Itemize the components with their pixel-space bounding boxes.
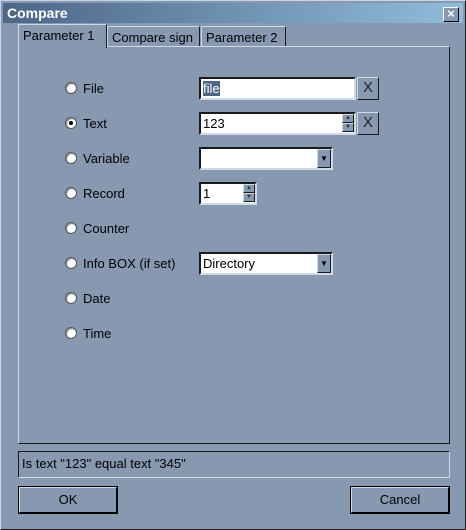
radio-icon bbox=[65, 152, 77, 164]
radio-label: Info BOX (if set) bbox=[83, 255, 176, 271]
radio-label: Text bbox=[83, 115, 107, 131]
radio-label: Counter bbox=[83, 220, 130, 236]
cancel-button[interactable]: Cancel bbox=[350, 486, 450, 514]
radio-time[interactable]: Time bbox=[65, 324, 111, 342]
infobox-select[interactable]: Directory ▼ bbox=[199, 252, 333, 275]
radio-icon bbox=[65, 327, 77, 339]
text-value: 123 bbox=[203, 116, 225, 131]
ok-button[interactable]: OK bbox=[18, 486, 118, 514]
radio-label: Time bbox=[83, 325, 112, 341]
record-spinner[interactable]: ▲ ▼ bbox=[243, 184, 255, 202]
text-spinner[interactable]: ▲ ▼ bbox=[342, 114, 354, 132]
title-bar: Compare × bbox=[3, 3, 463, 23]
radio-checked-icon bbox=[65, 117, 77, 129]
radio-label: File bbox=[83, 80, 104, 96]
radio-record[interactable]: Record bbox=[65, 184, 125, 202]
tab-compare-sign[interactable]: Compare sign bbox=[107, 26, 200, 47]
radio-icon bbox=[65, 292, 77, 304]
radio-icon bbox=[65, 257, 77, 269]
chevron-down-icon[interactable]: ▼ bbox=[317, 149, 331, 168]
spin-down-icon[interactable]: ▼ bbox=[243, 193, 255, 202]
spin-down-icon[interactable]: ▼ bbox=[342, 123, 354, 132]
chevron-down-icon[interactable]: ▼ bbox=[317, 254, 331, 273]
radio-variable[interactable]: Variable bbox=[65, 149, 130, 167]
radio-info-box[interactable]: Info BOX (if set) bbox=[65, 254, 175, 272]
radio-counter[interactable]: Counter bbox=[65, 219, 129, 237]
text-input[interactable]: 123 bbox=[199, 112, 356, 135]
clear-text-button[interactable]: X bbox=[357, 112, 379, 135]
infobox-value: Directory bbox=[203, 256, 256, 271]
tab-panel bbox=[18, 46, 450, 444]
radio-file[interactable]: File bbox=[65, 79, 104, 97]
tab-parameter-2[interactable]: Parameter 2 bbox=[201, 26, 286, 47]
close-button[interactable]: × bbox=[443, 7, 459, 22]
file-value: file bbox=[203, 81, 220, 96]
clear-file-button[interactable]: X bbox=[357, 77, 379, 100]
radio-label: Date bbox=[83, 290, 111, 306]
window-title: Compare bbox=[7, 5, 68, 21]
file-input[interactable]: file bbox=[199, 77, 356, 100]
radio-date[interactable]: Date bbox=[65, 289, 110, 307]
radio-icon bbox=[65, 222, 77, 234]
radio-icon bbox=[65, 82, 77, 94]
tab-parameter-1[interactable]: Parameter 1 bbox=[18, 24, 107, 48]
radio-text[interactable]: Text bbox=[65, 114, 107, 132]
radio-icon bbox=[65, 187, 77, 199]
spin-up-icon[interactable]: ▲ bbox=[342, 114, 354, 123]
radio-label: Variable bbox=[83, 150, 130, 166]
spin-up-icon[interactable]: ▲ bbox=[243, 184, 255, 193]
status-text: Is text "123" equal text "345" bbox=[18, 451, 450, 478]
compare-dialog: Compare × Parameter 1 Compare sign Param… bbox=[0, 0, 466, 530]
variable-select[interactable]: ▼ bbox=[199, 147, 333, 170]
record-value: 1 bbox=[203, 186, 211, 201]
radio-label: Record bbox=[83, 185, 125, 201]
